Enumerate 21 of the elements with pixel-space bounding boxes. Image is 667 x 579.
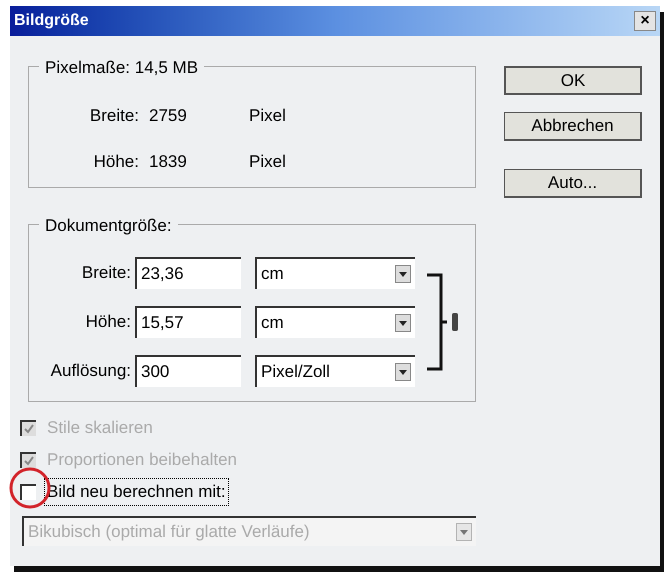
field-label: Höhe: [84,311,132,334]
input-field[interactable]: 300 [135,355,241,387]
unit-dropdown[interactable]: cm [255,306,415,338]
field-label: Höhe: [92,151,139,174]
field-label: Breite: [80,262,132,284]
input-field[interactable]: 15,57 [135,306,241,338]
window-title: Bildgröße [14,11,89,31]
field-label: Auflösung: [50,360,132,382]
dialog-button[interactable]: OK [504,66,642,95]
unit-dropdown[interactable]: cm [255,257,415,289]
input-field[interactable]: 23,36 [135,257,241,289]
close-button[interactable]: × [634,11,656,31]
unit-label: Pixel [249,151,286,174]
unit-label: Pixel [249,105,286,128]
field-value: 1839 [148,151,188,174]
dialog-button[interactable]: Auto... [504,169,642,198]
unit-dropdown[interactable]: Pixel/Zoll [255,355,415,387]
field-label: Breite: [88,105,139,128]
dialog-button[interactable]: Abbrechen [504,112,642,141]
checkbox[interactable] [20,484,36,500]
field-value: 2759 [148,105,188,128]
